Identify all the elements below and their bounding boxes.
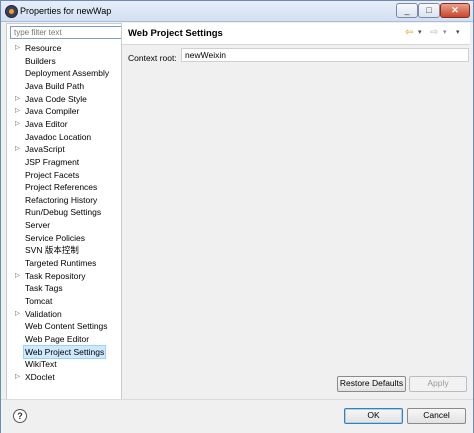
tree-item-label: XDoclet	[25, 371, 55, 382]
tree-item-label: Java Code Style	[25, 93, 87, 104]
help-icon[interactable]: ?	[13, 409, 27, 423]
tree-item-label: WikiText	[25, 359, 57, 370]
tree-item-label: Project Facets	[25, 169, 80, 180]
tree-item[interactable]: ▷ Java Compiler	[7, 105, 121, 118]
tree-item-label: Deployment Assembly	[25, 68, 110, 79]
page-header: Web Project Settings ⇦ ▾ ⇨ ▾ ▾	[122, 23, 470, 45]
tree-item-label: SVN 版本控制	[25, 245, 79, 256]
tree-item-label: Web Project Settings	[22, 344, 107, 360]
expand-arrow-icon[interactable]: ▷	[15, 143, 23, 156]
tree-item[interactable]: ▷ XDoclet	[7, 371, 121, 384]
tree-item[interactable]: ▷ Java Code Style	[7, 93, 121, 106]
expand-arrow-icon[interactable]: ▷	[15, 270, 23, 283]
tree-item[interactable]: Project References	[7, 181, 121, 194]
close-button[interactable]: ✕	[440, 3, 470, 18]
title-bar: Properties for newWap _ □ ✕	[1, 1, 473, 22]
expand-arrow-icon[interactable]: ▷	[15, 118, 23, 131]
tree-item-label: JavaScript	[25, 144, 65, 155]
apply-button[interactable]: Apply	[409, 376, 467, 392]
dialog-button-bar: ? OK Cancel	[1, 399, 473, 433]
tree-item[interactable]: Targeted Runtimes	[7, 257, 121, 270]
filter-input[interactable]	[10, 26, 122, 39]
tree-item-label: Java Compiler	[25, 106, 80, 117]
tree-item-label: Javadoc Location	[25, 131, 92, 142]
cancel-button[interactable]: Cancel	[407, 408, 466, 424]
tree-item[interactable]: WikiText	[7, 358, 121, 371]
tree-item-label: Server	[25, 220, 51, 231]
tree-item[interactable]: Deployment Assembly	[7, 67, 121, 80]
tree-item-label: Web Content Settings	[25, 321, 108, 332]
tree-item-label: Run/Debug Settings	[25, 207, 102, 218]
back-dropdown-icon[interactable]: ▾	[418, 27, 422, 39]
maximize-button[interactable]: □	[418, 3, 440, 18]
tree-item[interactable]: Web Page Editor	[7, 333, 121, 346]
tree-item-label: Builders	[25, 55, 56, 66]
tree-item[interactable]: JSP Fragment	[7, 156, 121, 169]
tree-item[interactable]: Tomcat	[7, 295, 121, 308]
tree-item[interactable]: Task Tags	[7, 282, 121, 295]
tree-item-label: Service Policies	[25, 232, 85, 243]
tree-item[interactable]: ▷ JavaScript	[7, 143, 121, 156]
window-title: Properties for newWap	[20, 6, 112, 16]
ok-button[interactable]: OK	[344, 408, 403, 424]
tree-item-label: Resource	[25, 43, 62, 53]
tree-item[interactable]: Run/Debug Settings	[7, 206, 121, 219]
expand-arrow-icon[interactable]: ▷	[15, 371, 23, 384]
tree-item[interactable]: Javadoc Location	[7, 131, 121, 144]
tree-item[interactable]: Server	[7, 219, 121, 232]
back-arrow-icon[interactable]: ⇦	[405, 27, 413, 39]
tree-item[interactable]: ▷ Resource	[7, 42, 121, 55]
tree-item[interactable]: SVN 版本控制	[7, 244, 121, 257]
forward-dropdown-icon[interactable]: ▾	[443, 27, 447, 39]
tree-item-label: Tomcat	[25, 296, 53, 306]
tree-item[interactable]: ▷ Task Repository	[7, 270, 121, 283]
properties-dialog: Properties for newWap _ □ ✕ ▷ResourceBui…	[0, 0, 474, 433]
tree-item-label: Project References	[25, 182, 98, 193]
tree-item[interactable]: Web Project Settings	[7, 344, 121, 360]
view-menu-icon[interactable]: ▾	[456, 27, 460, 39]
tree-item[interactable]: ▷ Java Editor	[7, 118, 121, 131]
tree-item-label: Task Repository	[25, 270, 86, 281]
tree-item[interactable]: Service Policies	[7, 232, 121, 245]
tree-item[interactable]: Web Content Settings	[7, 320, 121, 333]
expand-arrow-icon[interactable]: ▷	[15, 93, 23, 106]
settings-pane: Web Project Settings ⇦ ▾ ⇨ ▾ ▾ Context r…	[122, 23, 470, 398]
tree-item[interactable]: Builders	[7, 55, 121, 68]
eclipse-icon	[5, 5, 18, 18]
navigation-pane: ▷ResourceBuildersDeployment AssemblyJava…	[6, 23, 122, 400]
context-root-input[interactable]	[181, 48, 469, 62]
tree-item[interactable]: Project Facets	[7, 169, 121, 182]
restore-defaults-button[interactable]: Restore Defaults	[337, 376, 406, 392]
minimize-button[interactable]: _	[396, 3, 418, 18]
forward-arrow-icon[interactable]: ⇨	[430, 27, 438, 39]
tree-item-label: JSP Fragment	[25, 156, 80, 167]
tree-item-label: Validation	[25, 308, 62, 319]
tree-item[interactable]: Refactoring History	[7, 194, 121, 207]
tree-item[interactable]: ▷ Validation	[7, 308, 121, 321]
expand-arrow-icon[interactable]: ▷	[15, 105, 23, 118]
tree-item[interactable]: Java Build Path	[7, 80, 121, 93]
tree-item-label: Web Page Editor	[25, 333, 90, 344]
tree-item-label: Java Editor	[25, 118, 68, 129]
context-root-label: Context root:	[128, 53, 177, 63]
expand-arrow-icon[interactable]: ▷	[15, 42, 23, 55]
page-title: Web Project Settings	[128, 28, 223, 39]
tree-item-label: Java Build Path	[25, 80, 85, 91]
tree-item-label: Task Tags	[25, 283, 63, 294]
tree-item-label: Targeted Runtimes	[25, 258, 97, 269]
expand-arrow-icon[interactable]: ▷	[15, 308, 23, 321]
tree-item-label: Refactoring History	[25, 194, 98, 205]
